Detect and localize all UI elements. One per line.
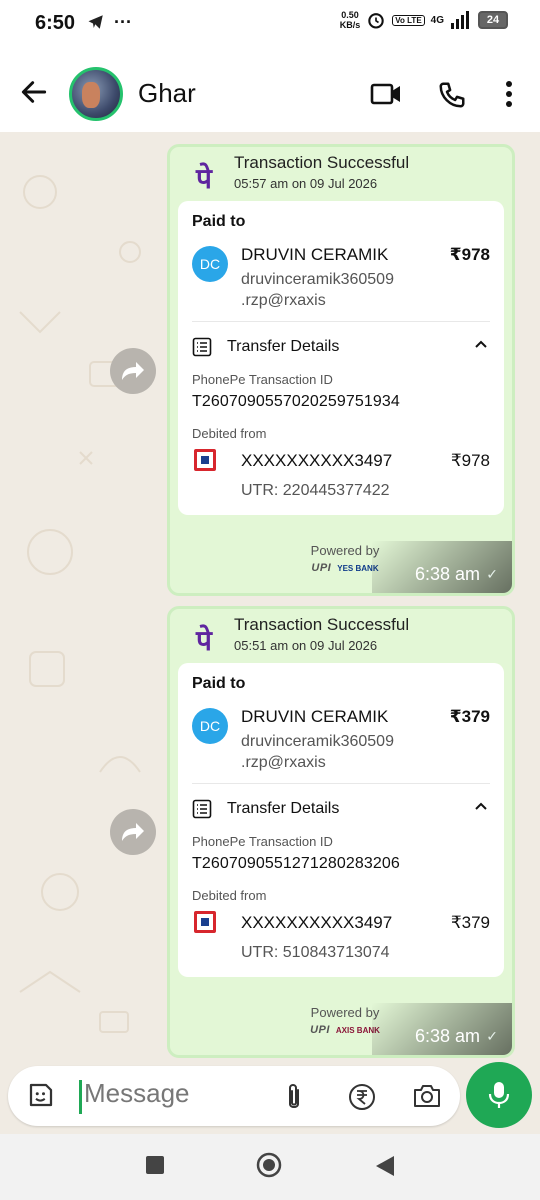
nav-recents-icon[interactable] [144,1154,166,1176]
transfer-details-label[interactable]: Transfer Details [227,338,339,356]
bank-icon [194,449,216,471]
transaction-header: पे Transaction Successful 05:51 am on 09… [170,609,512,663]
payee-name: DRUVIN CERAMIK [241,245,389,264]
volte-badge: Vo LTE [392,14,425,26]
sent-tick-icon: ✓ [486,1028,498,1044]
upi-logo: UPI [311,562,332,574]
transaction-datetime: 05:51 am on 09 Jul 2026 [234,638,378,653]
signal-icon [451,11,469,29]
status-notification-icons: ··· [86,13,132,31]
payee-name: DRUVIN CERAMIK [241,707,389,726]
paid-amount: ₹978 [449,245,490,264]
forward-icon [122,362,144,380]
mic-button[interactable] [466,1062,532,1128]
payee-upi-id: druvinceramik360509 .rzp@rxaxis [241,269,441,311]
battery-icon: 24 [478,11,508,29]
text-caret [79,1080,82,1114]
camera-icon[interactable] [412,1082,442,1110]
transaction-id: T2607090551271280283206 [192,855,400,872]
message-bubble[interactable]: पे Transaction Successful 05:51 am on 09… [167,606,515,1058]
phonepe-logo: पे [196,624,212,657]
transfer-details-label[interactable]: Transfer Details [227,800,339,818]
network-type: 4G [430,14,444,26]
kebab-menu-icon[interactable] [500,80,518,108]
upi-line-2: .rzp@rxaxis [241,292,326,309]
attach-icon[interactable] [282,1082,306,1112]
chevron-up-icon[interactable] [474,801,488,811]
transaction-header: पे Transaction Successful 05:57 am on 09… [170,147,512,201]
payee-upi-id: druvinceramik360509 .rzp@rxaxis [241,731,441,773]
telegram-icon [88,15,103,29]
status-system-icons: 0.50 KB/s Vo LTE 4G 24 [340,10,508,30]
paid-to-label: Paid to [192,675,246,692]
nav-home-icon[interactable] [255,1151,283,1179]
upi-line-1: druvinceramik360509 [241,733,394,750]
video-call-icon[interactable] [370,80,402,108]
debited-amount: ₹379 [450,913,490,932]
transaction-title: Transaction Successful [234,615,410,634]
transaction-id: T2607090557020259751934 [192,393,400,410]
message-input[interactable] [84,1078,264,1109]
status-bar: 6:50 ··· 0.50 KB/s Vo LTE 4G 24 [0,0,540,50]
timestamp-overlay: 6:38 am ✓ [372,541,512,593]
phone-icon[interactable] [437,80,467,110]
status-time: 6:50 [35,12,76,34]
speed-value: 0.50 [341,10,359,20]
more-dots-icon: ··· [114,12,132,32]
avatar[interactable] [69,67,123,121]
network-speed: 0.50 KB/s [340,10,361,30]
debited-from-label: Debited from [192,426,267,441]
sticker-icon[interactable] [26,1080,56,1110]
nav-back-icon[interactable] [374,1154,396,1178]
back-arrow-icon[interactable] [18,76,50,108]
divider [192,321,490,322]
timestamp-overlay: 6:38 am ✓ [372,1003,512,1055]
rupee-icon[interactable] [347,1082,377,1112]
upi-logo: UPI [310,1024,330,1036]
message-bubble[interactable]: पे Transaction Successful 05:57 am on 09… [167,144,515,596]
chat-area[interactable]: पे Transaction Successful 05:57 am on 09… [0,132,540,1067]
paid-to-label: Paid to [192,213,246,230]
message-composer [8,1066,460,1126]
forward-icon [122,823,144,841]
forward-button[interactable] [110,809,156,855]
transaction-datetime: 05:57 am on 09 Jul 2026 [234,176,378,191]
account-number: XXXXXXXXXX3497 [241,913,393,932]
transaction-card: Paid to DC DRUVIN CERAMIK druvinceramik3… [178,663,504,977]
alarm-icon [368,13,384,29]
list-icon [192,337,212,357]
message-time: 6:38 am [414,1026,480,1046]
phonepe-logo: पे [196,162,212,195]
account-number: XXXXXXXXXX3497 [241,451,393,470]
transaction-title: Transaction Successful [234,153,410,172]
divider [192,783,490,784]
upi-line-1: druvinceramik360509 [241,271,394,288]
utr-number: UTR: 510843713074 [241,944,390,961]
chat-title[interactable]: Ghar [138,78,196,109]
utr-number: UTR: 220445377422 [241,482,390,499]
transaction-id-label: PhonePe Transaction ID [192,372,333,387]
payee-avatar: DC [192,708,228,744]
debited-from-label: Debited from [192,888,267,903]
sent-tick-icon: ✓ [486,566,498,582]
chevron-up-icon[interactable] [474,339,488,349]
transaction-id-label: PhonePe Transaction ID [192,834,333,849]
list-icon [192,799,212,819]
bank-icon [194,911,216,933]
chat-header: Ghar [0,50,540,132]
mic-icon [488,1082,510,1108]
upi-line-2: .rzp@rxaxis [241,754,326,771]
payee-avatar: DC [192,246,228,282]
forward-button[interactable] [110,348,156,394]
transaction-card: Paid to DC DRUVIN CERAMIK druvinceramik3… [178,201,504,515]
speed-unit: KB/s [339,20,361,30]
paid-amount: ₹379 [449,707,490,726]
system-nav-bar [0,1134,540,1200]
message-time: 6:38 am [414,564,480,584]
debited-amount: ₹978 [450,451,490,470]
